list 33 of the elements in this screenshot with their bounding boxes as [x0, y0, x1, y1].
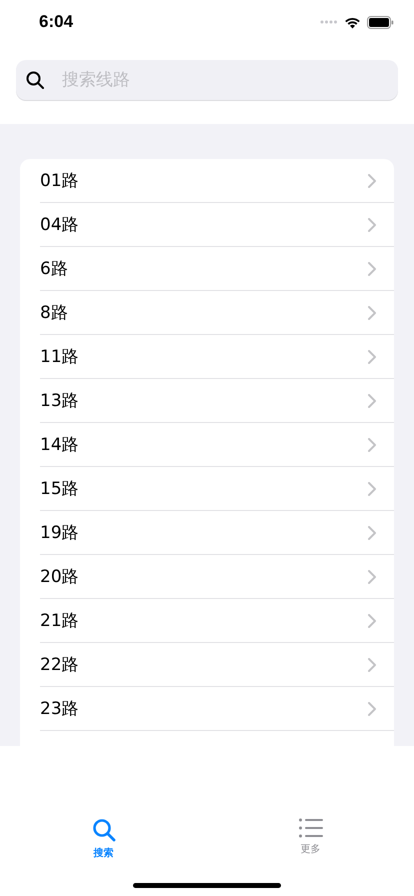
chevron-right-icon: [368, 350, 376, 364]
list-icon: [298, 818, 322, 838]
chevron-right-icon: [368, 306, 376, 320]
chevron-right-icon: [368, 438, 376, 452]
route-row[interactable]: 23路: [40, 687, 394, 731]
signal-dots-icon: [320, 20, 338, 24]
chevron-right-icon: [368, 658, 376, 672]
chevron-right-icon: [368, 218, 376, 232]
chevron-right-icon: [368, 174, 376, 188]
route-row[interactable]: 6路: [40, 247, 394, 291]
route-row[interactable]: 15路: [40, 467, 394, 511]
route-row[interactable]: 11路: [40, 335, 394, 379]
chevron-right-icon: [368, 394, 376, 408]
chevron-right-icon: [368, 262, 376, 276]
chevron-right-icon: [368, 570, 376, 584]
route-row[interactable]: 19路: [40, 511, 394, 555]
chevron-right-icon: [368, 614, 376, 628]
search-icon: [92, 818, 116, 842]
route-row[interactable]: 8路: [40, 291, 394, 335]
route-row[interactable]: 01路: [40, 159, 394, 203]
route-row[interactable]: 22路: [40, 643, 394, 687]
wifi-icon: [344, 16, 361, 28]
route-row[interactable]: 04路: [40, 203, 394, 247]
battery-icon: [367, 16, 394, 28]
route-row[interactable]: 14路: [40, 423, 394, 467]
chevron-right-icon: [368, 526, 376, 540]
chevron-right-icon: [368, 702, 376, 716]
route-row[interactable]: 13路: [40, 379, 394, 423]
chevron-right-icon: [368, 482, 376, 496]
status-time: 6:04: [39, 12, 74, 32]
route-row[interactable]: 21路: [40, 599, 394, 643]
tab-bar-item[interactable]: 搜索: [74, 818, 134, 860]
route-row[interactable]: 20路: [40, 555, 394, 599]
